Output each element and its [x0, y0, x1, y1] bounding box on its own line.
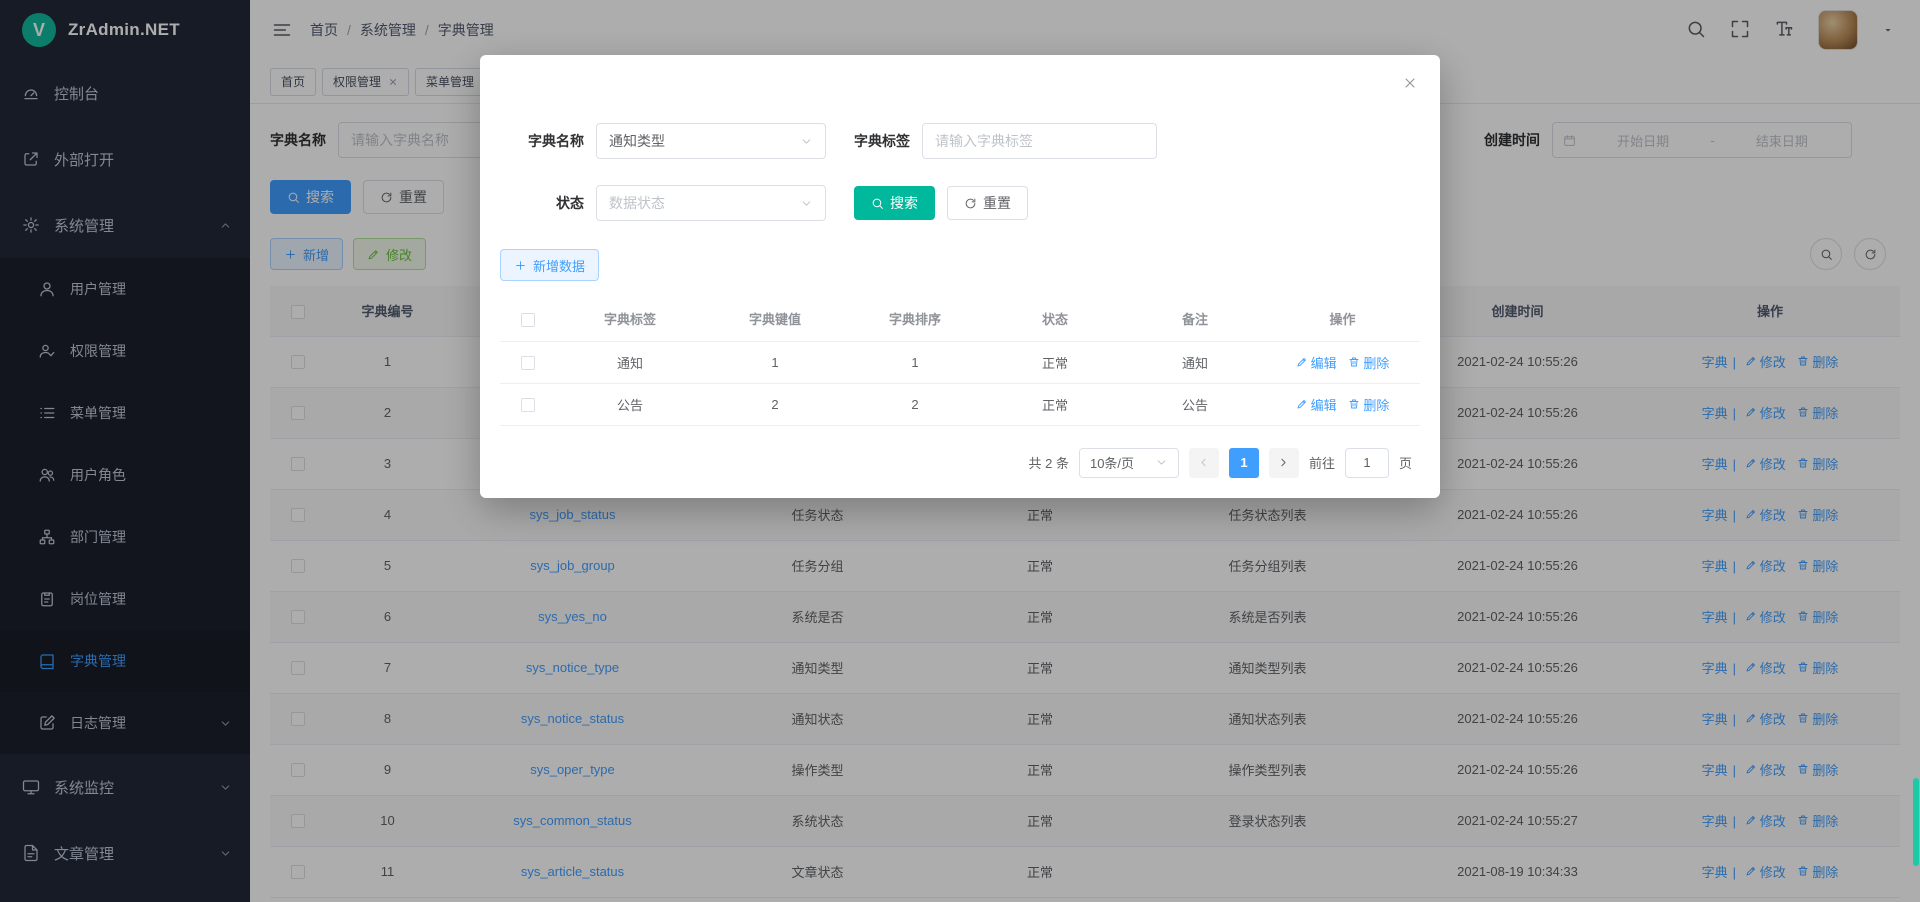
- chevron-right-icon: [1277, 456, 1290, 469]
- col-operation: 操作: [1265, 297, 1420, 341]
- cell-status: 正常: [985, 383, 1125, 425]
- close-icon[interactable]: [1402, 75, 1418, 94]
- plus-icon: [514, 259, 527, 272]
- table-row: 通知 1 1 正常 通知 编辑 删除: [500, 341, 1420, 383]
- dict-tag-input[interactable]: [922, 123, 1157, 159]
- prev-page-button[interactable]: [1189, 448, 1219, 478]
- chevron-left-icon: [1197, 456, 1210, 469]
- table-header-row: 字典标签 字典键值 字典排序 状态 备注 操作: [500, 297, 1420, 341]
- page-size-value: 10条/页: [1090, 453, 1134, 472]
- cell-remark: 通知: [1125, 341, 1265, 383]
- search-icon: [871, 197, 884, 210]
- cell-dict-label: 通知: [555, 341, 705, 383]
- trash-icon: [1348, 398, 1360, 410]
- cell-dict-value: 1: [705, 341, 845, 383]
- pagination: 共 2 条 10条/页 1 前往 页: [500, 448, 1420, 478]
- dict-name-label: 字典名称: [500, 131, 584, 151]
- col-dict-value: 字典键值: [705, 297, 845, 341]
- table-row: 公告 2 2 正常 公告 编辑 删除: [500, 383, 1420, 425]
- cell-dict-value: 2: [705, 383, 845, 425]
- cell-remark: 公告: [1125, 383, 1265, 425]
- add-data-button[interactable]: 新增数据: [500, 249, 599, 281]
- dialog-search-form: 字典名称 通知类型 字典标签 状态 数据状态 搜索 重置: [500, 123, 1420, 221]
- trash-icon: [1348, 356, 1360, 368]
- status-label: 状态: [500, 193, 584, 213]
- add-data-label: 新增数据: [533, 256, 585, 275]
- col-dict-sort: 字典排序: [845, 297, 985, 341]
- dialog-reset-button[interactable]: 重置: [947, 186, 1028, 220]
- dialog-search-button[interactable]: 搜索: [854, 186, 935, 220]
- chevron-down-icon: [800, 197, 813, 210]
- cell-dict-sort: 2: [845, 383, 985, 425]
- cell-operation: 编辑 删除: [1265, 341, 1420, 383]
- dict-name-select[interactable]: 通知类型: [596, 123, 826, 159]
- delete-link[interactable]: 删除: [1348, 395, 1389, 414]
- pagination-total: 共 2 条: [1029, 453, 1069, 472]
- refresh-icon: [964, 197, 977, 210]
- status-select[interactable]: 数据状态: [596, 185, 826, 221]
- cell-dict-sort: 1: [845, 341, 985, 383]
- chevron-down-icon: [800, 135, 813, 148]
- col-status: 状态: [985, 297, 1125, 341]
- dialog-reset-label: 重置: [983, 193, 1011, 213]
- row-checkbox[interactable]: [521, 356, 535, 370]
- chevron-down-icon: [1155, 456, 1168, 469]
- cell-operation: 编辑 删除: [1265, 383, 1420, 425]
- scrollbar-thumb[interactable]: [1913, 778, 1919, 866]
- delete-link[interactable]: 删除: [1348, 353, 1389, 372]
- cell-dict-label: 公告: [555, 383, 705, 425]
- dict-tag-label: 字典标签: [854, 131, 910, 151]
- next-page-button[interactable]: [1269, 448, 1299, 478]
- status-select-placeholder: 数据状态: [609, 193, 665, 213]
- page-scrollbar[interactable]: [1912, 0, 1920, 902]
- goto-page-input[interactable]: [1345, 448, 1389, 478]
- edit-icon: [1296, 398, 1308, 410]
- dict-data-dialog: 字典名称 通知类型 字典标签 状态 数据状态 搜索 重置: [480, 55, 1440, 498]
- goto-label: 前往: [1309, 453, 1335, 472]
- col-remark: 备注: [1125, 297, 1265, 341]
- page-size-select[interactable]: 10条/页: [1079, 448, 1179, 478]
- edit-link[interactable]: 编辑: [1296, 353, 1337, 372]
- dialog-search-label: 搜索: [890, 193, 918, 213]
- row-checkbox[interactable]: [521, 398, 535, 412]
- cell-status: 正常: [985, 341, 1125, 383]
- edit-link[interactable]: 编辑: [1296, 395, 1337, 414]
- col-dict-label: 字典标签: [555, 297, 705, 341]
- dict-name-select-value: 通知类型: [609, 131, 665, 151]
- goto-unit: 页: [1399, 453, 1412, 472]
- select-all-checkbox[interactable]: [521, 313, 535, 327]
- current-page-button[interactable]: 1: [1229, 448, 1259, 478]
- dict-data-table: 字典标签 字典键值 字典排序 状态 备注 操作 通知 1 1 正常 通知 编辑 …: [500, 297, 1420, 426]
- edit-icon: [1296, 356, 1308, 368]
